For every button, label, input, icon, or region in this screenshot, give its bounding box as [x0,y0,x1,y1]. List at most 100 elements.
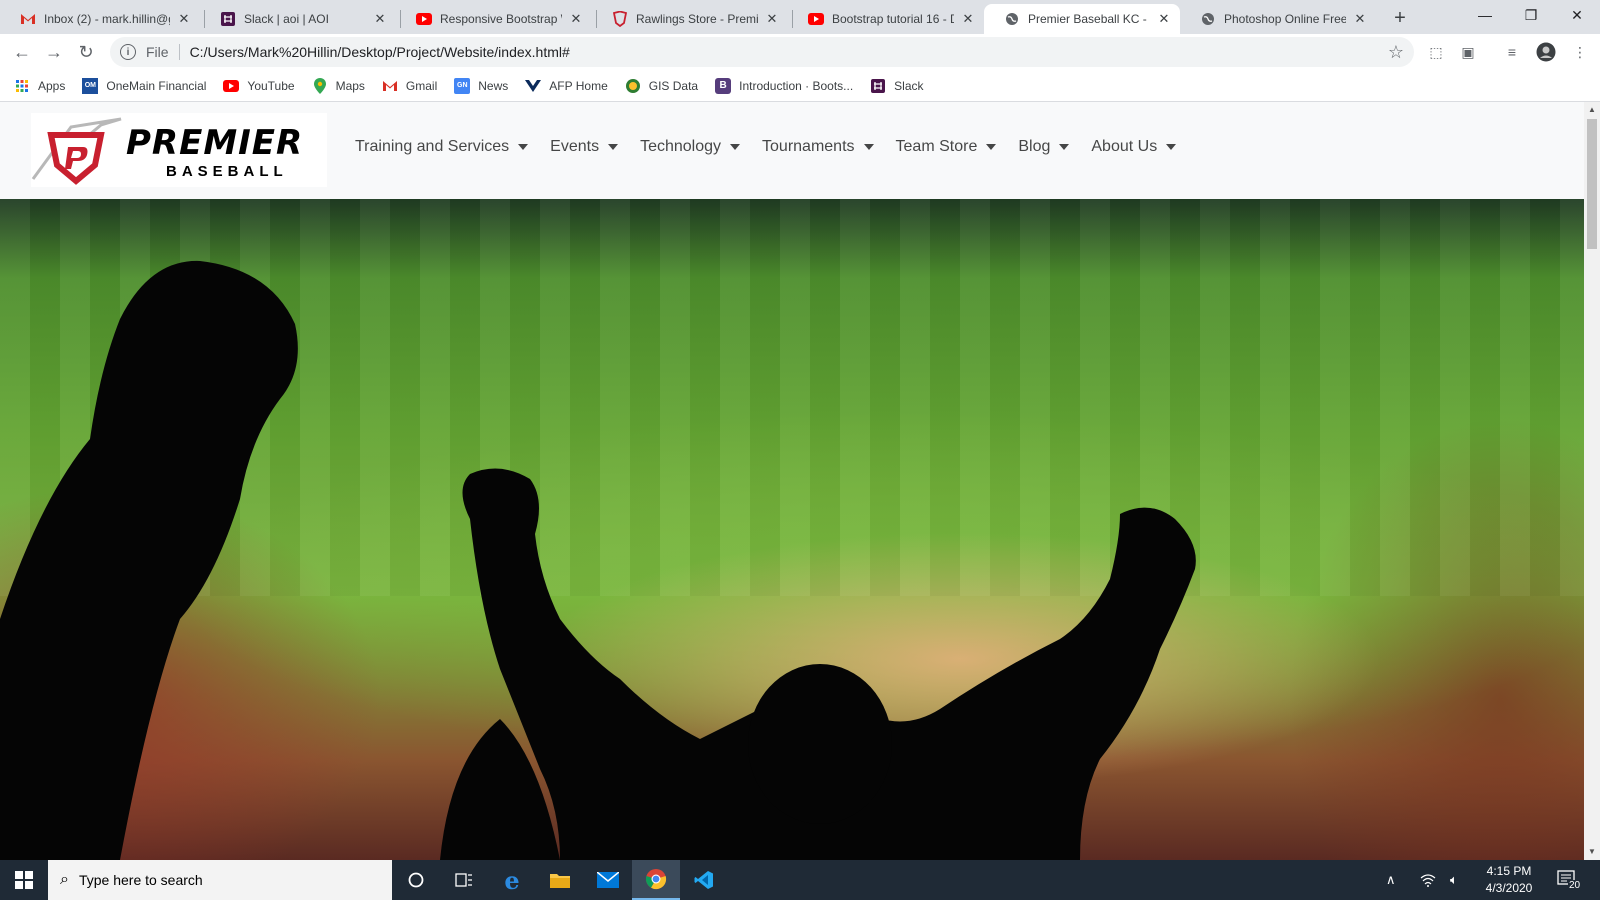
chrome-menu-icon[interactable]: ⋮ [1570,42,1590,62]
bookmark-youtube[interactable]: YouTube [223,78,295,94]
gmail-icon [20,11,36,27]
vscode-icon[interactable] [680,860,728,900]
caret-down-icon [730,144,741,150]
cortana-circle-icon[interactable] [392,860,440,900]
browser-tab[interactable]: Responsive Bootstrap W ✕ [396,4,592,34]
bookmark-slack[interactable]: Slack [870,78,924,94]
restore-button[interactable]: ❐ [1508,0,1554,30]
nav-label: Technology [640,138,722,155]
new-tab-button[interactable]: + [1388,6,1412,30]
file-explorer-icon[interactable] [536,860,584,900]
windows-logo-icon [15,871,33,889]
bookmark-label: OneMain Financial [106,78,207,93]
bookmark-onemain[interactable]: OM OneMain Financial [82,77,207,94]
tab-title: Bootstrap tutorial 16 - D [832,12,954,26]
reload-icon[interactable]: ↻ [72,38,100,66]
profile-avatar[interactable] [1536,42,1556,62]
bookmark-gmail[interactable]: Gmail [382,78,437,94]
cheering-fans-silhouette [0,260,1196,860]
close-icon[interactable]: ✕ [372,11,388,27]
apps-grid-icon [14,78,30,94]
close-icon[interactable]: ✕ [1352,11,1368,27]
bookmark-news[interactable]: GN News [454,77,509,94]
bookmarks-bar: Apps OM OneMain Financial YouTube Maps G… [0,70,1600,102]
gmail-icon [382,78,398,94]
caret-down-icon [608,144,619,150]
bookmark-label: Slack [894,78,924,93]
show-hidden-icons-chevron-icon[interactable]: ∧ [1386,860,1396,900]
bookmark-label: Gmail [405,78,438,93]
media-queue-icon[interactable]: ≡ [1502,42,1522,62]
close-icon[interactable]: ✕ [176,11,192,27]
browser-tab[interactable]: Slack | aoi | AOI ✕ [200,4,396,34]
tab-title: Slack | aoi | AOI [244,12,329,26]
nav-blog[interactable]: Blog [1018,138,1070,156]
onemain-icon: OM [82,77,99,94]
bookmark-label: News [478,78,509,93]
caret-down-icon [1059,144,1070,150]
task-view-icon[interactable] [440,860,488,900]
bookmark-label: Introduction · Boots... [739,78,854,93]
windows-taskbar: ⌕ Type here to search e ∧ 🔈︎ 4:15 PM 4/3… [0,860,1600,900]
clock-time: 4:15 PM [1486,864,1532,878]
scrollbar-thumb[interactable] [1587,119,1597,249]
nav-tournaments[interactable]: Tournaments [762,138,874,156]
chrome-icon[interactable] [632,860,680,900]
bookmark-label: Maps [335,78,365,93]
premier-baseball-logo[interactable]: PREMIER BASEBALL [31,113,327,187]
minimize-button[interactable]: — [1462,0,1508,30]
windows-start-button[interactable] [0,860,48,900]
page-scrollbar[interactable]: ▲ ▼ [1584,102,1600,860]
bookmark-maps[interactable]: Maps [312,77,365,94]
bookmark-afp[interactable]: AFP Home [525,78,608,94]
bookmark-label: YouTube [247,78,295,93]
action-center-icon[interactable]: 20 [1556,860,1582,900]
browser-tab[interactable]: Rawlings Store - Premier ✕ [592,4,788,34]
scroll-down-icon[interactable]: ▼ [1588,847,1596,856]
forward-arrow-icon[interactable]: → [40,38,68,66]
browser-tab-strip: Inbox (2) - mark.hillin@g ✕ Slack | aoi … [0,0,1600,34]
caret-down-icon [986,144,997,150]
nav-about-us[interactable]: About Us [1091,138,1177,156]
nav-team-store[interactable]: Team Store [896,138,997,156]
afp-icon [525,78,542,94]
back-arrow-icon[interactable]: ← [8,38,36,66]
taskbar-search-box[interactable]: ⌕ Type here to search [48,860,392,900]
close-window-button[interactable]: ✕ [1554,0,1600,30]
nav-label: Tournaments [762,138,855,155]
info-icon[interactable]: i [120,44,136,60]
system-clock[interactable]: 4:15 PM 4/3/2020 [1474,863,1544,897]
caret-down-icon [518,144,529,150]
close-icon[interactable]: ✕ [568,11,584,27]
acrobat-extension-icon[interactable]: ⬚ [1426,42,1446,62]
browser-tab[interactable]: Inbox (2) - mark.hillin@g ✕ [0,4,200,34]
address-bar[interactable]: i File C:/Users/Mark%20Hillin/Desktop/Pr… [110,37,1414,67]
bookmark-gis[interactable]: GIS Data [625,78,698,94]
edge-icon[interactable]: e [488,860,536,900]
browser-tab-active[interactable]: Premier Baseball KC - Pit ✕ [984,4,1180,34]
volume-icon[interactable]: 🔈︎ [1450,860,1458,900]
extension-icon[interactable]: ▣ [1458,42,1478,62]
address-url: C:/Users/Mark%20Hillin/Desktop/Project/W… [189,44,570,60]
site-navbar: PREMIER BASEBALL Training and Services E… [0,102,1584,199]
scroll-up-icon[interactable]: ▲ [1588,105,1596,114]
bookmark-bootstrap[interactable]: B Introduction · Boots... [715,77,854,94]
close-icon[interactable]: ✕ [960,11,976,27]
bookmark-apps[interactable]: Apps [14,78,65,94]
browser-tab[interactable]: Photoshop Online Free E ✕ [1180,4,1376,34]
nav-technology[interactable]: Technology [640,138,741,156]
caret-down-icon [1166,144,1177,150]
tab-title: Photoshop Online Free E [1224,12,1346,26]
network-wifi-icon[interactable] [1420,860,1436,900]
address-divider [178,44,180,60]
nav-training-and-services[interactable]: Training and Services [355,138,529,156]
tab-title: Rawlings Store - Premier [636,12,758,26]
gis-icon [625,78,641,94]
close-icon[interactable]: ✕ [764,11,780,27]
mail-icon[interactable] [584,860,632,900]
youtube-icon [416,11,432,27]
nav-events[interactable]: Events [550,138,619,156]
close-icon[interactable]: ✕ [1156,11,1172,27]
bookmark-star-icon[interactable]: ☆ [1388,42,1404,63]
browser-tab[interactable]: Bootstrap tutorial 16 - D ✕ [788,4,984,34]
